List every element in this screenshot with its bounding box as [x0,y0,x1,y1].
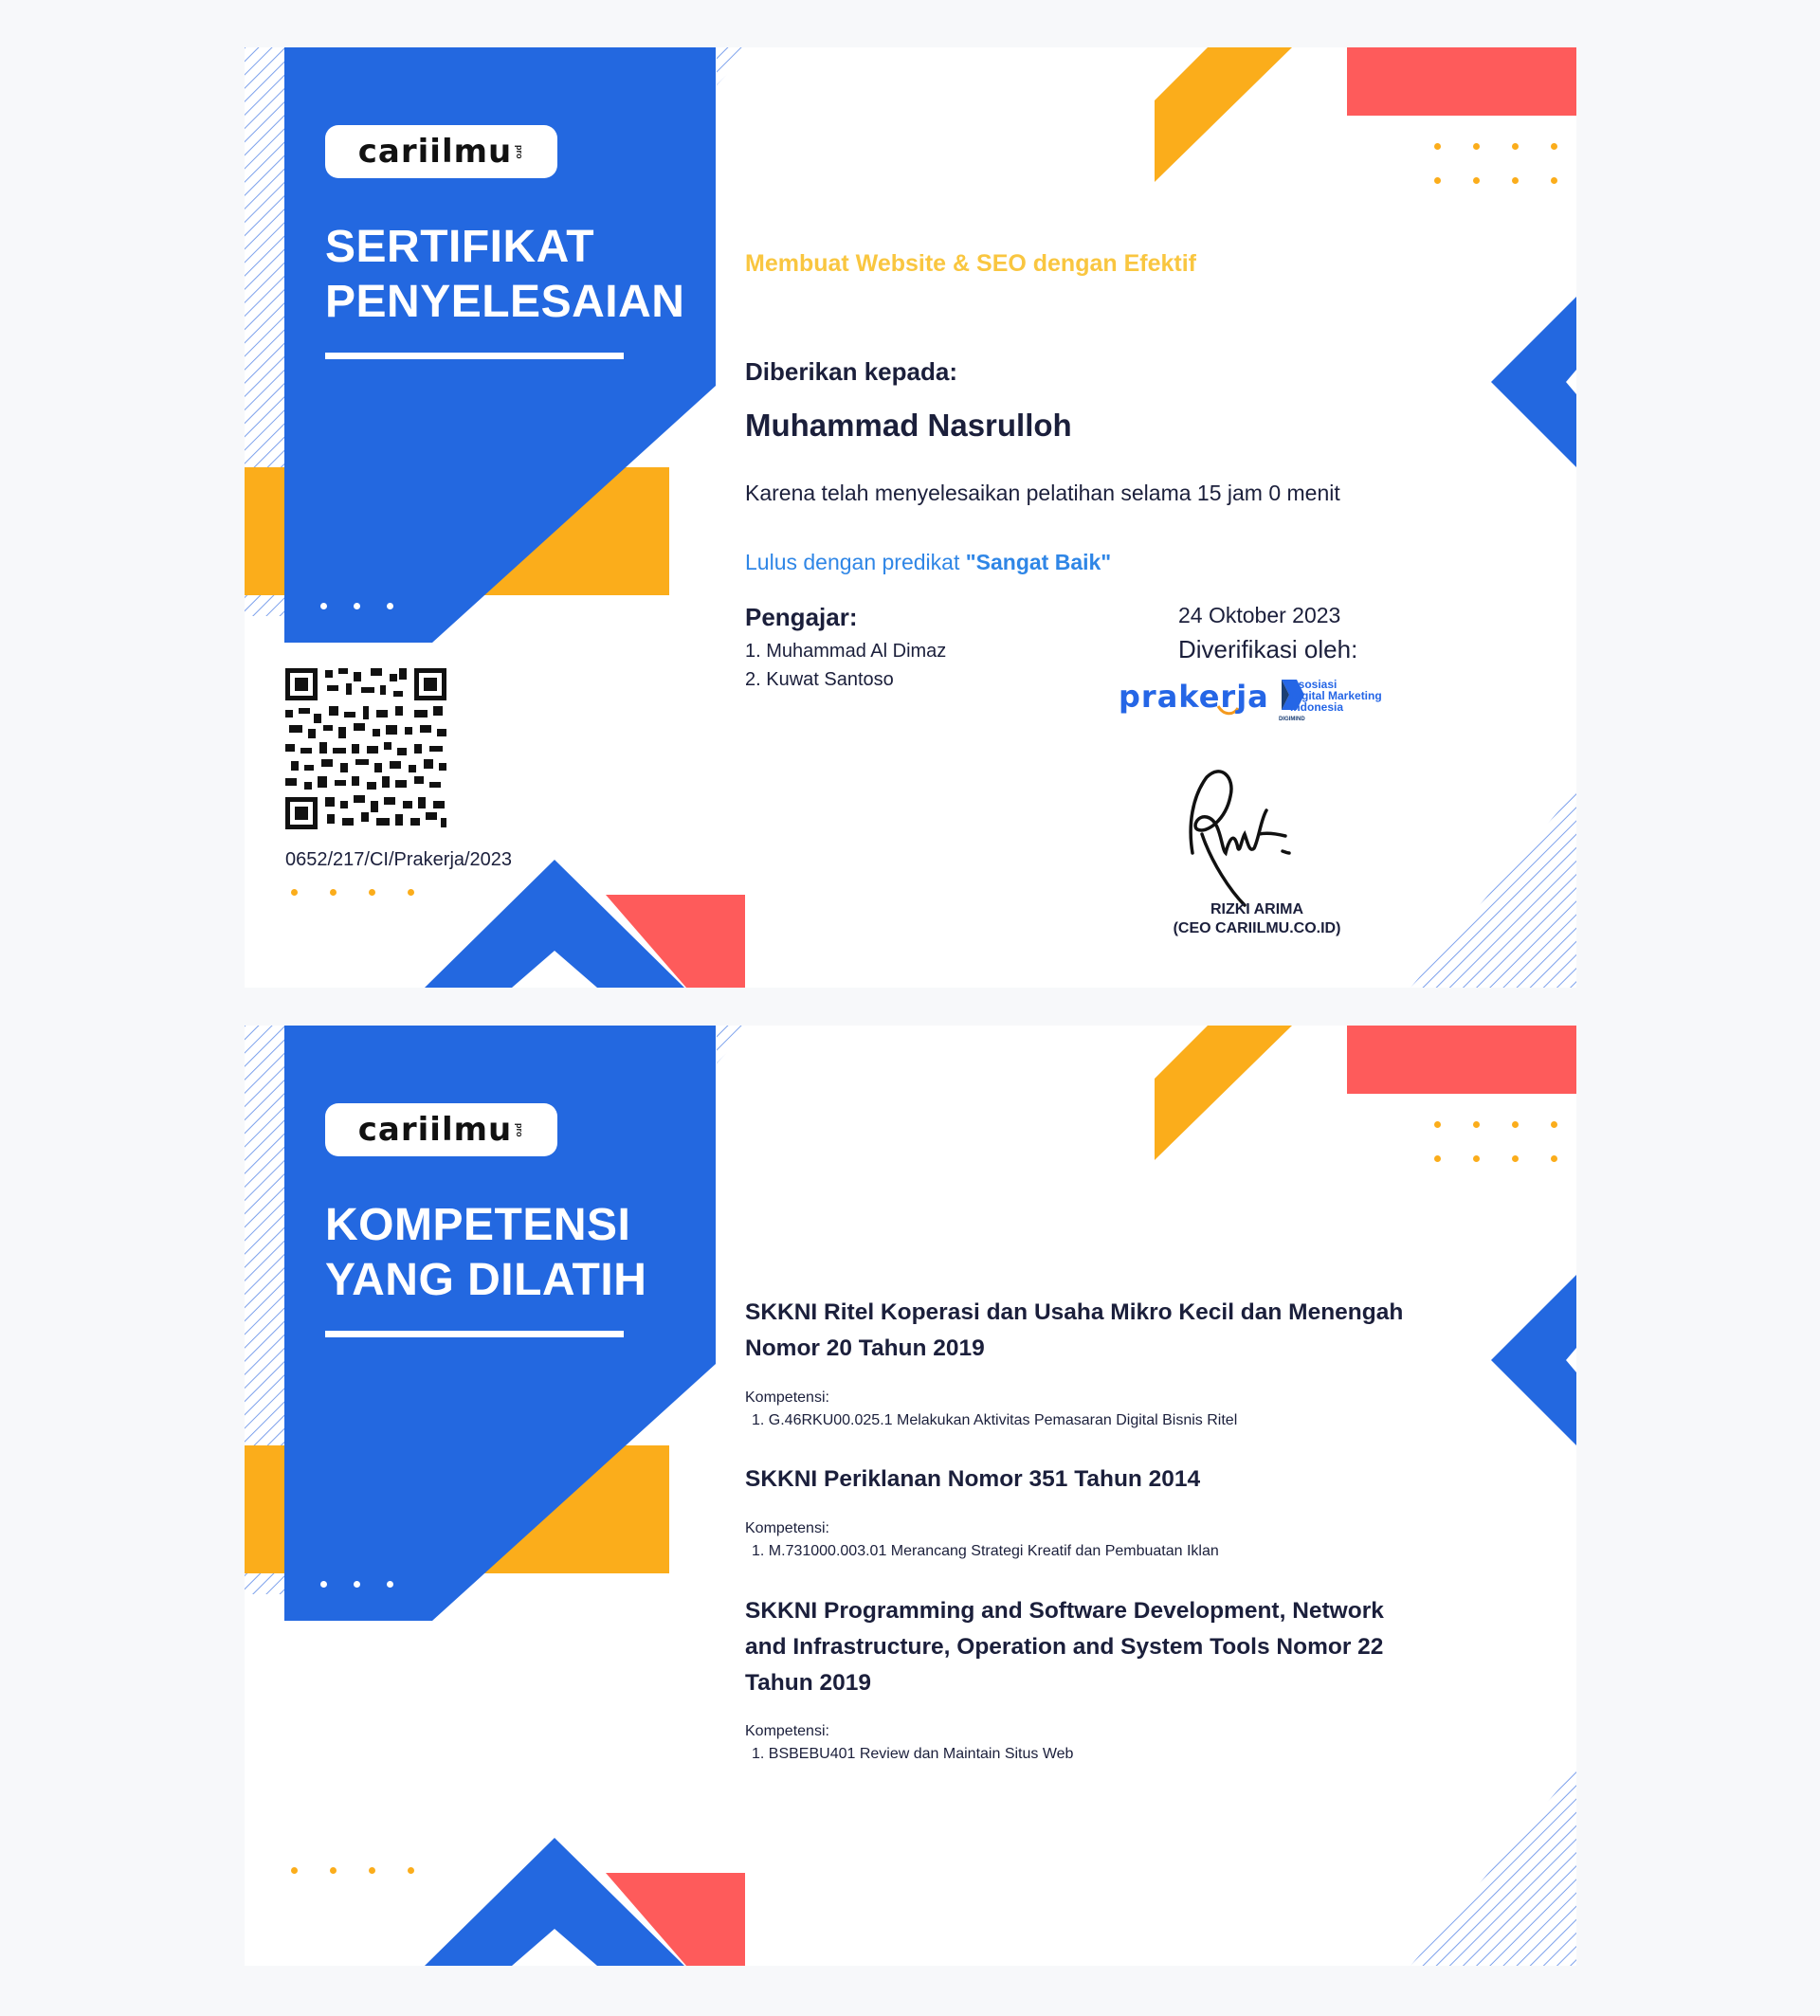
heading-underline [325,1331,624,1337]
adm-logo: Asosiasi Digital Marketing Indonesia [1290,678,1382,714]
heading-line-1: SERTIFIKAT [325,222,595,272]
orange-dot [408,889,414,896]
instructor-item: 2. Kuwat Santoso [745,669,894,690]
heading-line-2: PENYELESAIAN [325,277,685,327]
heading-line-2: YANG DILATIH [325,1255,647,1305]
white-dot [320,603,327,609]
signer-title: (CEO CARIILMU.CO.ID) [1173,920,1341,936]
predicate-prefix: Lulus dengan predikat [745,550,966,574]
skkni-title: SKKNI Programming and Software Developme… [745,1598,1384,1696]
heading-line-1: KOMPETENSI [325,1200,631,1250]
orange-dot [1473,1155,1480,1162]
orange-dot [369,889,375,896]
orange-dot [1434,1121,1441,1128]
skkni-title: SKKNI Ritel Koperasi dan Usaha Mikro Kec… [745,1299,1404,1361]
orange-dot [1473,177,1480,184]
orange-dot [1512,143,1519,150]
competency-heading: KOMPETENSI YANG DILATIH [325,1198,646,1308]
competency-item: 1. BSBEBU401 Review dan Maintain Situs W… [752,1746,1074,1762]
heading-underline [325,353,624,359]
instructor-label: Pengajar: [745,603,858,631]
orange-dot [291,1867,298,1874]
signer-name: RIZKI ARIMA [1210,901,1304,917]
predicate-line: Lulus dengan predikat "Sangat Baik" [745,550,1111,575]
cariilmu-logo: cariilmu pro [325,125,557,178]
issue-date: 24 Oktober 2023 [1178,603,1341,627]
orange-dot [1512,177,1519,184]
instructor-list: 1. Muhammad Al Dimaz 2. Kuwat Santoso [745,637,946,694]
given-to-label: Diberikan kepada: [745,357,957,386]
orange-dot [369,1867,375,1874]
instructor-item: 1. Muhammad Al Dimaz [745,641,947,662]
certificate-number: 0652/217/CI/Prakerja/2023 [285,849,513,870]
cariilmu-logo: cariilmu pro [325,1103,557,1156]
competency-item: 1. G.46RKU00.025.1 Melakukan Aktivitas P… [752,1412,1238,1428]
orange-dot [1551,177,1557,184]
verified-by-label: Diverifikasi oleh: [1178,635,1358,663]
orange-dot [1551,1155,1557,1162]
competency-item: 1. M.731000.003.01 Merancang Strategi Kr… [752,1543,1219,1559]
decorative-shapes [245,47,1576,988]
skkni-title: SKKNI Periklanan Nomor 351 Tahun 2014 [745,1466,1201,1492]
competency-label: Kompetensi: [745,1723,829,1739]
predicate-value: "Sangat Baik" [965,550,1112,574]
orange-dot [1512,1155,1519,1162]
orange-dot [1551,143,1557,150]
white-dot [320,1581,327,1588]
digimind-label: DIGIMIND [1279,717,1305,722]
completion-reason: Karena telah menyelesaikan pelatihan sel… [745,481,1340,505]
orange-dot [330,889,337,896]
orange-dot [408,1867,414,1874]
orange-dot [1434,143,1441,150]
course-title: Membuat Website & SEO dengan Efektif [745,250,1197,277]
orange-dot [1473,143,1480,150]
white-dot [387,1581,393,1588]
orange-dot [1434,1155,1441,1162]
recipient-name: Muhammad Nasrulloh [745,408,1072,443]
competency-label: Kompetensi: [745,1520,829,1536]
white-dot [354,603,360,609]
orange-dot [1551,1121,1557,1128]
orange-dot [1473,1121,1480,1128]
orange-dot [1512,1121,1519,1128]
competency-label: Kompetensi: [745,1389,829,1406]
orange-dot [291,889,298,896]
competency-page: cariilmu pro KOMPETENSI YANG DILATIH SKKN… [245,1026,1576,1966]
certificate-page: cariilmu pro SERTIFIKAT PENYELESAIAN Memb… [245,47,1576,988]
orange-dot [1434,177,1441,184]
white-dot [387,603,393,609]
white-dot [354,1581,360,1588]
signer-block: RIZKI ARIMA (CEO CARIILMU.CO.ID) [1162,900,1352,938]
certificate-heading: SERTIFIKAT PENYELESAIAN [325,220,684,330]
prakerja-logo: prakerja [1119,679,1269,715]
orange-dot [330,1867,337,1874]
